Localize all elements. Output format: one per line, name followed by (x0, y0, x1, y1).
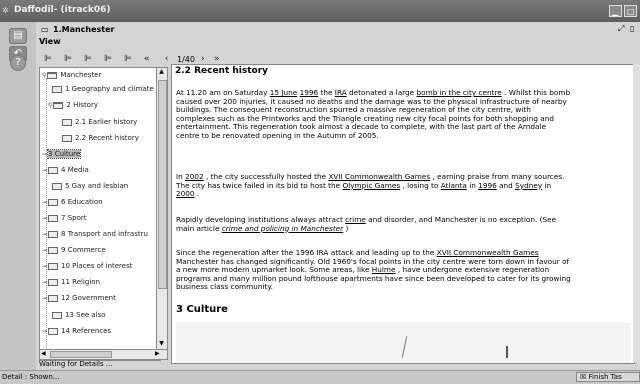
tree-item[interactable]: 2.1 Earlier history (62, 118, 137, 132)
title-bar: ✲ Daffodil- (itrack06) ▁ □ (0, 0, 640, 22)
first-page-icon[interactable]: « (144, 54, 149, 64)
folder-icon (47, 71, 58, 79)
scroll-left-icon[interactable]: ◀ (41, 350, 46, 357)
paragraph-1: At 11.20 am on Saturday 15 June 1996 the… (176, 88, 571, 140)
folder-icon (48, 327, 59, 335)
page-icon (52, 182, 62, 190)
section-heading-culture: 3 Culture (176, 304, 228, 315)
scroll-up-icon[interactable]: ▲ (158, 68, 165, 75)
document-content: 2.2 Recent history At 11.20 am on Saturd… (171, 64, 635, 364)
tree-item[interactable]: ⊸ 12 Government (42, 294, 116, 308)
menu-bar: View (36, 36, 640, 47)
page-indicator: 1/40 (177, 55, 195, 64)
tree-item[interactable]: 5 Gay and lesbian (52, 182, 128, 196)
app-icon: ✲ (2, 6, 9, 15)
section-heading: 2.2 Recent history (175, 66, 269, 76)
tab-document-icon: ▭ (41, 25, 49, 34)
link[interactable]: Sydney (515, 181, 542, 190)
tree-item[interactable]: ⊸ 4 Media (42, 166, 89, 180)
tree-icon-4[interactable]: ⊫ (104, 54, 112, 64)
section-tree: ⚲ Manchester 1 Geography and climate ⚲ 2 H… (39, 67, 161, 361)
folder-icon (48, 294, 59, 302)
folder-icon (48, 214, 59, 222)
tree-item[interactable]: ⊸ 6 Education (42, 198, 103, 212)
main-panel: ▭ 1.Manchester ⤢ ▯ View ⊫ ⊫ ⊫ ⊫ ⊫ « ‹ 1/… (36, 22, 640, 370)
tree-item[interactable]: 1 Geography and climate (52, 85, 154, 99)
link[interactable]: Olympic Games (342, 181, 400, 190)
status-bar: Detail : Shown... ☒ Finish Tas (0, 370, 640, 384)
tab-bar: ▭ 1.Manchester ⤢ ▯ (36, 24, 640, 36)
paragraph-4: Since the regeneration after the 1996 IR… (176, 248, 571, 292)
finish-task-button[interactable]: ☒ Finish Tas (576, 372, 640, 382)
article-image (176, 323, 631, 363)
page-icon (62, 134, 72, 142)
paragraph-3: Rapidly developing institutions always a… (176, 215, 557, 233)
tree-item[interactable]: 13 See also (52, 311, 106, 325)
tab-menu-icon[interactable]: ▯ (630, 24, 634, 33)
tree-item[interactable]: ⊸ 9 Commerce (42, 246, 106, 260)
document-icon[interactable]: ▤ (9, 28, 27, 44)
tree-item[interactable]: ⊸3 Culture (42, 149, 82, 164)
scroll-down-icon[interactable]: ▼ (158, 340, 165, 347)
tree-item[interactable]: ⊸ 11 Religion (42, 278, 100, 292)
next-page-icon[interactable]: › (200, 54, 205, 64)
link[interactable]: crime and policing in Manchester (222, 224, 343, 233)
folder-icon (48, 246, 59, 254)
tab-restore-icon[interactable]: ⤢ (618, 24, 624, 34)
content-scrollbar[interactable] (633, 64, 640, 362)
waiting-status: Waiting for Details ... (39, 360, 113, 368)
page-icon (52, 85, 62, 93)
scroll-right-icon[interactable]: ▶ (155, 350, 160, 357)
menu-view[interactable]: View (39, 37, 61, 46)
tree-vertical-scrollbar[interactable]: ▲ ▼ (156, 67, 168, 351)
tree-item[interactable]: 2.2 Recent history (62, 134, 139, 148)
detail-status: Detail : Shown... (2, 373, 60, 381)
tree-item[interactable]: ⚲ 2 History (48, 101, 98, 115)
tree-item[interactable]: ⊸ 8 Transport and infrastru (42, 230, 148, 244)
link[interactable]: 2000 (176, 189, 195, 198)
tree-item[interactable]: ⚲ Manchester (42, 71, 101, 85)
tree-item[interactable]: ⊸ 10 Places of interest (42, 262, 132, 276)
scroll-thumb[interactable] (158, 80, 167, 289)
help-icon[interactable]: ? (10, 55, 26, 71)
tree-icon-5[interactable]: ⊫ (124, 54, 132, 64)
tree-icon-3[interactable]: ⊫ (84, 54, 92, 64)
side-toolbar: ▤ ↶ ? (0, 22, 36, 370)
folder-icon (48, 166, 59, 174)
tree-item[interactable]: ⊸ 14 References (42, 327, 111, 341)
paragraph-2: In 2002 , the city successfully hosted t… (176, 172, 565, 199)
window-title: Daffodil- (itrack06) (14, 5, 111, 15)
link[interactable]: Atlanta (441, 181, 467, 190)
scroll-thumb[interactable] (50, 351, 112, 358)
minimize-button[interactable]: ▁ (609, 5, 622, 17)
link[interactable]: 1996 (478, 181, 497, 190)
prev-page-icon[interactable]: ‹ (164, 54, 169, 64)
last-page-icon[interactable]: » (214, 54, 219, 64)
maximize-button[interactable]: □ (624, 5, 637, 17)
maximize-icon: □ (627, 7, 635, 16)
folder-icon (48, 262, 59, 270)
tab-manchester[interactable]: 1.Manchester (53, 25, 114, 34)
folder-icon (48, 230, 59, 238)
minimize-icon: ▁ (612, 7, 619, 16)
tree-horizontal-scrollbar[interactable]: ◀ ▶ (39, 349, 168, 360)
page-icon (62, 118, 72, 126)
folder-icon (48, 278, 59, 286)
folder-icon (53, 101, 64, 109)
tree-item[interactable]: ⊸ 7 Sport (42, 214, 87, 228)
page-icon (52, 311, 62, 319)
folder-icon (48, 198, 59, 206)
tree-icon-2[interactable]: ⊫ (64, 54, 72, 64)
tree-icon-1[interactable]: ⊫ (44, 54, 52, 64)
checkbox-icon: ☒ (580, 373, 589, 381)
